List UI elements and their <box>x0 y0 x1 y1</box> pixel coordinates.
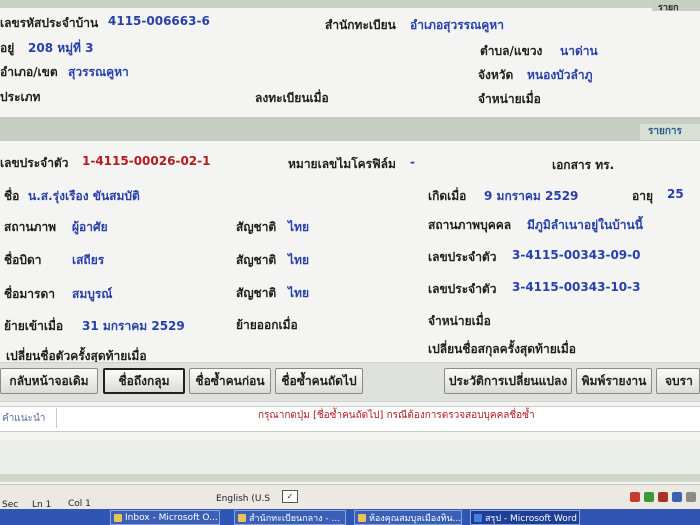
age-value: 25 <box>667 187 684 201</box>
word-status-bar <box>0 484 700 510</box>
mother-label: ชื่อมารดา <box>4 287 55 301</box>
microfilm-value: - <box>410 155 415 169</box>
windows-taskbar <box>0 509 700 525</box>
age-label: อายุ <box>632 189 653 203</box>
spelling-icon[interactable]: ✓ <box>282 490 298 503</box>
house-header-tab[interactable]: รายก <box>652 0 700 13</box>
house-registered-label: ลงทะเบียนเมื่อ <box>255 91 329 105</box>
district-label: อำเภอ/เขต <box>0 65 58 79</box>
folder-icon <box>358 514 366 522</box>
previous-duplicate-button[interactable]: ชื่อซ้ำคนก่อน <box>189 368 271 394</box>
father-nationality-value: ไทย <box>288 253 309 267</box>
province-label: จังหวัด <box>478 68 514 82</box>
move-in-value: 31 มกราคม 2529 <box>82 319 185 333</box>
browser-icon <box>238 514 246 522</box>
taskbar-item-registry[interactable]: สำนักทะเบียนกลาง - ... <box>234 510 346 525</box>
taskbar-item-label: Inbox - Microsoft O... <box>125 512 218 523</box>
tray-green-icon[interactable] <box>644 492 654 502</box>
taskbar-item-label: ห้องคุณสมบุลเมืองทิน... <box>369 513 462 524</box>
move-out-label: ย้ายออกเมื่อ <box>236 318 298 332</box>
name-label: ชื่อ <box>4 189 20 203</box>
status-col: Col 1 <box>68 499 91 509</box>
taskbar-item-room[interactable]: ห้องคุณสมบุลเมืองทิน... <box>354 510 462 525</box>
registry-office-value: อำเภอสุวรรณคูหา <box>410 18 504 32</box>
tray-gear-icon[interactable] <box>686 492 696 502</box>
person-header-band <box>0 117 700 141</box>
person-header-tab[interactable]: รายการ <box>640 124 700 140</box>
person-id-value: 1-4115-00026-02-1 <box>82 154 211 168</box>
back-button[interactable]: กลับหน้าจอเดิม <box>0 368 98 394</box>
tray-blue-icon[interactable] <box>672 492 682 502</box>
person-id-label: เลขประจำตัว <box>0 156 69 170</box>
hint-label: คำแนะนำ <box>2 413 46 424</box>
mother-value: สมบูรณ์ <box>72 287 113 301</box>
address-value: 208 หมู่ที่ 3 <box>28 41 94 55</box>
subdistrict-value: นาด่าน <box>560 44 598 58</box>
document-label: เอกสาร ทร. <box>552 158 615 172</box>
word-icon <box>474 514 482 522</box>
person-status-value: มีภูมิลำเนาอยู่ในบ้านนี้ <box>527 218 643 232</box>
taskbar-item-word[interactable]: สรุป - Microsoft Word <box>470 510 580 525</box>
father-nationality-label: สัญชาติ <box>236 253 277 267</box>
status-language: English (U.S <box>216 494 271 504</box>
next-duplicate-button[interactable]: ชื่อซ้ำคนถัดไป <box>275 368 363 394</box>
house-id-value: 4115-006663-6 <box>108 14 210 28</box>
lower-divider <box>0 474 700 482</box>
house-id-label: เลขรหัสประจำบ้าน <box>0 16 99 30</box>
taskbar-item-label: สรุป - Microsoft Word <box>485 513 577 524</box>
first-name-button[interactable]: ชื่อถึงกลุม <box>103 368 185 394</box>
district-value: สุวรรณคูหา <box>68 65 129 79</box>
print-report-button[interactable]: พิมพ์รายงาน <box>576 368 652 394</box>
nationality-value: ไทย <box>288 220 309 234</box>
house-type-label: ประเภท <box>0 90 41 104</box>
registry-office-label: สำนักทะเบียน <box>325 18 396 32</box>
status-label: สถานภาพ <box>4 220 57 234</box>
microfilm-label: หมายเลขไมโครฟิล์ม <box>288 157 396 171</box>
tray-red-icon[interactable] <box>630 492 640 502</box>
end-button[interactable]: จบรา <box>656 368 700 394</box>
house-header-band <box>0 0 700 8</box>
person-status-label: สถานภาพบุคคล <box>428 218 512 232</box>
outlook-icon <box>114 514 122 522</box>
house-removed-label: จำหน่ายเมื่อ <box>478 92 541 106</box>
nationality-label: สัญชาติ <box>236 220 277 234</box>
status-value: ผู้อาศัย <box>72 220 108 234</box>
mother-nationality-label: สัญชาติ <box>236 286 277 300</box>
move-in-label: ย้ายเข้าเมื่อ <box>4 319 64 333</box>
birth-value: 9 มกราคม 2529 <box>484 189 579 203</box>
name-value: น.ส.รุ่งเรือง ขันสมบัติ <box>28 189 140 203</box>
subdistrict-label: ตำบล/แขวง <box>480 44 543 58</box>
taskbar-item-label: สำนักทะเบียนกลาง - ... <box>249 513 341 524</box>
tray-x-icon[interactable] <box>658 492 668 502</box>
history-button[interactable]: ประวัติการเปลี่ยนแปลง <box>444 368 572 394</box>
province-value: หนองบัวลำภู <box>527 68 593 82</box>
father-id-label: เลขประจำตัว <box>428 250 497 264</box>
father-value: เสถียร <box>72 253 105 267</box>
mother-id-value: 3-4115-00343-10-3 <box>512 280 641 294</box>
birth-label: เกิดเมื่อ <box>428 189 467 203</box>
mother-id-label: เลขประจำตัว <box>428 282 497 296</box>
person-removed-label: จำหน่ายเมื่อ <box>428 314 491 328</box>
mother-nationality-value: ไทย <box>288 286 309 300</box>
last-surname-change-label: เปลี่ยนชื่อสกุลครั้งสุดท้ายเมื่อ <box>428 342 576 356</box>
father-label: ชื่อบิดา <box>4 253 42 267</box>
hint-text: กรุณากดปุ่ม [ชื่อซ้ำคนถัดไป] กรณีต้องการ… <box>258 410 535 421</box>
father-id-value: 3-4115-00343-09-0 <box>512 248 641 262</box>
taskbar-item-inbox[interactable]: Inbox - Microsoft O... <box>110 510 220 525</box>
address-label: อยู่ <box>0 41 15 55</box>
lower-stripe <box>0 440 700 474</box>
